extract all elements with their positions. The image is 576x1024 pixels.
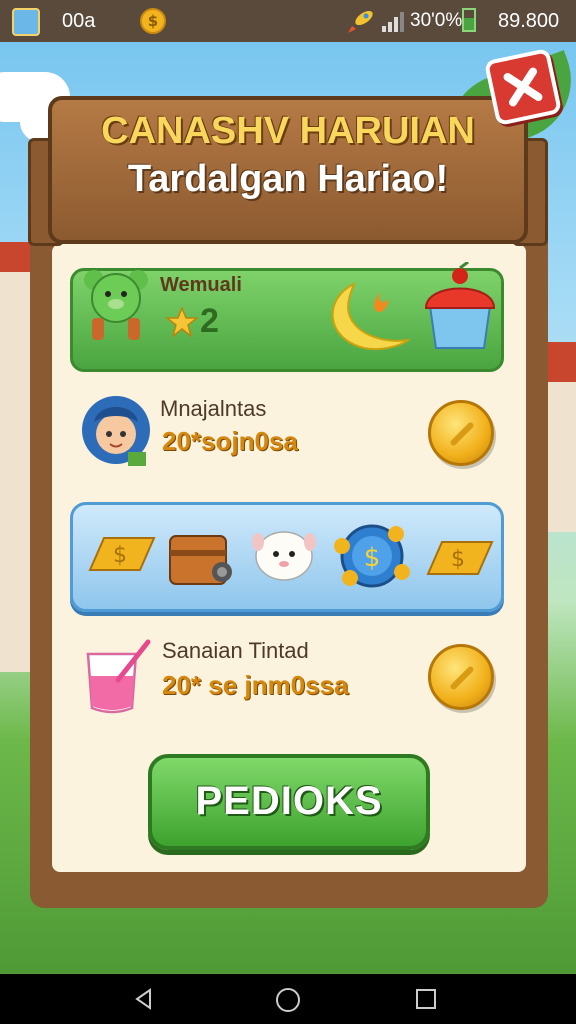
reward-count: 2 — [200, 302, 219, 340]
gold-bar-icon: $ — [426, 541, 494, 575]
coin-claim-button[interactable] — [428, 400, 494, 466]
battery-icon — [462, 8, 476, 32]
reward-value: 20*sojn0sa — [162, 426, 298, 456]
status-bar: 00a $ 30'0% 89.800 — [0, 0, 576, 42]
bear-icon — [84, 270, 148, 340]
svg-text:$: $ — [364, 543, 381, 573]
sheep-icon — [252, 531, 316, 581]
svg-text:$: $ — [113, 543, 127, 568]
recents-icon[interactable] — [414, 987, 438, 1011]
girl-avatar-icon — [82, 396, 150, 466]
app-icon — [12, 8, 40, 36]
reward-label: Wemuali — [160, 274, 242, 296]
reward-name: Mnajalntas — [160, 396, 267, 421]
coin-claim-button[interactable] — [428, 644, 494, 710]
svg-text:$: $ — [451, 547, 465, 572]
close-button[interactable] — [483, 47, 563, 127]
cake-icon — [424, 262, 496, 349]
banana-icon — [331, 282, 410, 350]
collect-button[interactable]: PEDIOKS — [148, 754, 430, 850]
back-icon[interactable] — [132, 987, 156, 1011]
home-icon[interactable] — [275, 987, 301, 1013]
potion-icon — [86, 639, 151, 714]
house-right — [546, 382, 576, 532]
chest-icon — [169, 535, 232, 585]
dialog-title: CANASHV HARUIAN — [101, 110, 475, 152]
coin-icon: $ — [140, 8, 166, 34]
rocket-icon — [348, 10, 373, 33]
battery-percent: 30'0% — [410, 10, 463, 31]
coin-pile-icon: $ — [334, 524, 410, 588]
money-balance: 89.800 — [498, 10, 560, 32]
dialog-subtitle: Tardalgan Hariao! — [127, 158, 449, 200]
status-left-label: 00a — [62, 10, 96, 32]
signal-icon — [382, 12, 404, 32]
reward-value: 20* se jnm0ssa — [162, 670, 349, 700]
navigation-bar — [0, 974, 576, 1024]
star-icon — [166, 306, 198, 338]
reward-name: Sanaian Tintad — [162, 638, 309, 663]
close-x-icon — [503, 67, 543, 107]
gold-bar-icon: $ — [88, 537, 156, 571]
